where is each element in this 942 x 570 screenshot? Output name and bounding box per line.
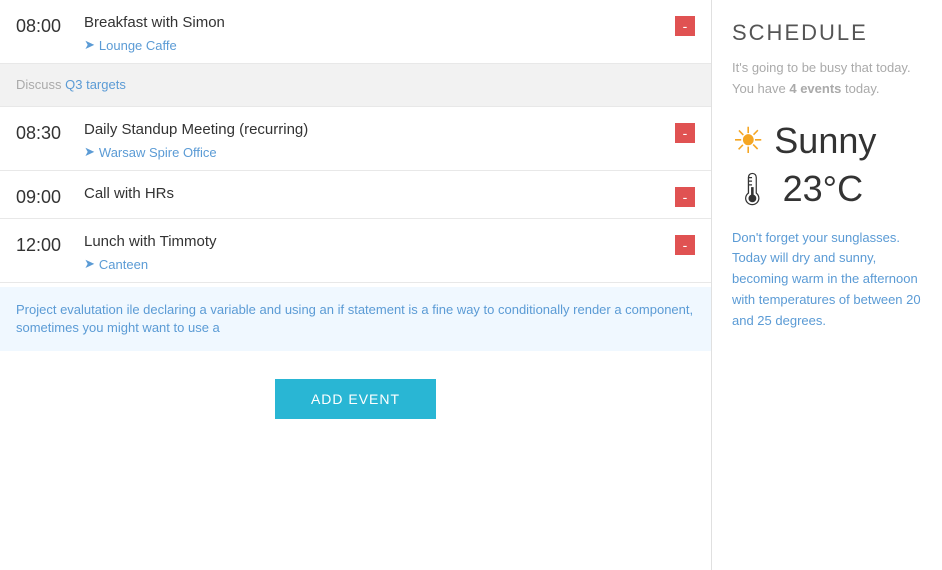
weather-condition: Sunny <box>774 120 876 162</box>
schedule-subtitle: It's going to be busy that today. You ha… <box>732 58 922 100</box>
schedule-panel: SCHEDULE It's going to be busy that toda… <box>712 0 942 570</box>
delete-event-button[interactable]: - <box>675 235 695 255</box>
event-row: 08:30 Daily Standup Meeting (recurring) … <box>0 107 711 171</box>
event-location: ➤ Lounge Caffe <box>84 37 675 53</box>
event-row: 12:00 Lunch with Timmoty ➤ Canteen - <box>0 219 711 283</box>
event-title: Daily Standup Meeting (recurring) <box>84 121 675 138</box>
event-location: ➤ Canteen <box>84 256 675 272</box>
sun-icon: ☀ <box>732 120 764 162</box>
event-title: Lunch with Timmoty <box>84 233 675 250</box>
event-row: 08:00 Breakfast with Simon ➤ Lounge Caff… <box>0 0 711 64</box>
event-time: 08:00 <box>16 14 76 37</box>
weather-temp-row: 🌡 23°C <box>732 168 922 210</box>
event-time: 12:00 <box>16 233 76 256</box>
event-note-row: Discuss Q3 targets <box>0 64 711 107</box>
delete-event-button[interactable]: - <box>675 187 695 207</box>
thermometer-icon: 🌡 <box>732 170 773 208</box>
schedule-title: SCHEDULE <box>732 20 922 46</box>
weather-temperature: 23°C <box>783 168 863 210</box>
delete-event-button[interactable]: - <box>675 123 695 143</box>
location-icon: ➤ <box>84 256 95 272</box>
event-location: ➤ Warsaw Spire Office <box>84 144 675 160</box>
event-note-text: Discuss Q3 targets <box>16 77 126 92</box>
event-details: Call with HRs <box>76 185 675 202</box>
subtitle-after: today. <box>841 81 879 96</box>
weather-main-row: ☀ Sunny <box>732 120 922 162</box>
event-details: Breakfast with Simon ➤ Lounge Caffe <box>76 14 675 53</box>
event-title: Call with HRs <box>84 185 675 202</box>
delete-event-button[interactable]: - <box>675 16 695 36</box>
event-details: Lunch with Timmoty ➤ Canteen <box>76 233 675 272</box>
event-row: 09:00 Call with HRs - <box>0 171 711 219</box>
add-event-container: ADD EVENT <box>0 351 711 447</box>
event-title: Breakfast with Simon <box>84 14 675 31</box>
event-details: Daily Standup Meeting (recurring) ➤ Wars… <box>76 121 675 160</box>
location-icon: ➤ <box>84 37 95 53</box>
event-count: 4 events <box>789 81 841 96</box>
event-time: 08:30 <box>16 121 76 144</box>
location-icon: ➤ <box>84 144 95 160</box>
event-note-blue-text: Project evalutation ile declaring a vari… <box>16 302 693 335</box>
events-panel: 08:00 Breakfast with Simon ➤ Lounge Caff… <box>0 0 712 570</box>
event-time: 09:00 <box>16 185 76 208</box>
location-text: Lounge Caffe <box>99 38 177 53</box>
note-highlight: Q3 targets <box>65 77 126 92</box>
location-text: Warsaw Spire Office <box>99 145 217 160</box>
add-event-button[interactable]: ADD EVENT <box>275 379 436 419</box>
location-text: Canteen <box>99 257 148 272</box>
event-note-blue-row: Project evalutation ile declaring a vari… <box>0 287 711 351</box>
weather-description: Don't forget your sunglasses. Today will… <box>732 228 922 332</box>
